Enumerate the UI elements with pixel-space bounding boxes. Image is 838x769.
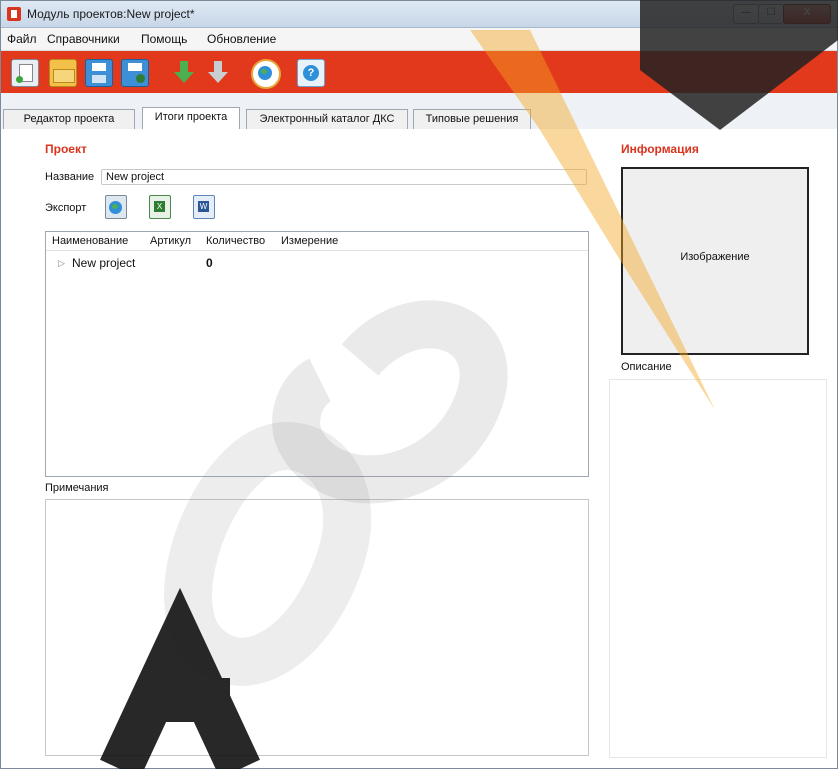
column-header-unit[interactable]: Измерение [281, 235, 338, 247]
tab-project-editor[interactable]: Редактор проекта [3, 109, 135, 129]
minimize-button[interactable]: — [733, 4, 759, 24]
export-word-icon[interactable]: W [193, 195, 215, 219]
row-name: New project [72, 256, 136, 270]
image-caption: Изображение [680, 251, 750, 263]
menu-update[interactable]: Обновление [207, 32, 276, 46]
open-folder-icon[interactable] [49, 59, 77, 87]
description-area [609, 379, 827, 758]
app-logo-icon [7, 7, 21, 21]
info-section-title: Информация [621, 142, 699, 156]
description-label: Описание [621, 361, 672, 373]
column-header-quantity[interactable]: Количество [206, 235, 265, 247]
table-row[interactable]: ▷ New project 0 [46, 254, 588, 272]
tab-bar: Редактор проекта Итоги проекта Электронн… [1, 107, 837, 130]
table-header: Наименование Артикул Количество Измерени… [46, 232, 588, 251]
globe-icon[interactable] [251, 59, 281, 89]
project-section-title: Проект [45, 142, 87, 156]
menu-bar: Файл Справочники Помощь Обновление [1, 28, 837, 51]
save-icon[interactable] [85, 59, 113, 87]
project-name-field[interactable]: New project [101, 169, 587, 185]
toolbar: ? [1, 51, 837, 93]
column-header-name[interactable]: Наименование [52, 235, 128, 247]
window-title: Модуль проектов:New project* [27, 7, 195, 21]
tab-typical-solutions[interactable]: Типовые решения [413, 109, 531, 129]
help-icon[interactable]: ? [297, 59, 325, 87]
project-summary-panel: Проект Название New project Экспорт X W … [1, 129, 837, 768]
image-preview: Изображение [621, 167, 809, 355]
title-bar[interactable]: Модуль проектов:New project* — ☐ X [1, 1, 837, 28]
download-gray-icon[interactable] [205, 59, 231, 85]
download-green-icon[interactable] [171, 59, 197, 85]
export-web-icon[interactable] [105, 195, 127, 219]
menu-file[interactable]: Файл [7, 32, 37, 46]
tab-project-summary[interactable]: Итоги проекта [142, 107, 240, 130]
save-as-icon[interactable] [121, 59, 149, 87]
new-document-icon[interactable] [11, 59, 39, 87]
main-window: Модуль проектов:New project* — ☐ X Файл … [0, 0, 838, 769]
notes-textarea[interactable] [45, 499, 589, 756]
notes-label: Примечания [45, 482, 109, 494]
name-label: Название [45, 171, 95, 183]
menu-references[interactable]: Справочники [47, 32, 120, 46]
project-items-table[interactable]: Наименование Артикул Количество Измерени… [45, 231, 589, 477]
column-header-article[interactable]: Артикул [150, 235, 191, 247]
maximize-button[interactable]: ☐ [758, 4, 784, 24]
export-excel-icon[interactable]: X [149, 195, 171, 219]
expand-arrow-icon[interactable]: ▷ [58, 258, 65, 269]
close-button[interactable]: X [783, 4, 831, 24]
export-label: Экспорт [45, 202, 87, 214]
tab-dks-catalog[interactable]: Электронный каталог ДКС [246, 109, 408, 129]
menu-help[interactable]: Помощь [141, 32, 187, 46]
row-quantity: 0 [206, 256, 213, 270]
